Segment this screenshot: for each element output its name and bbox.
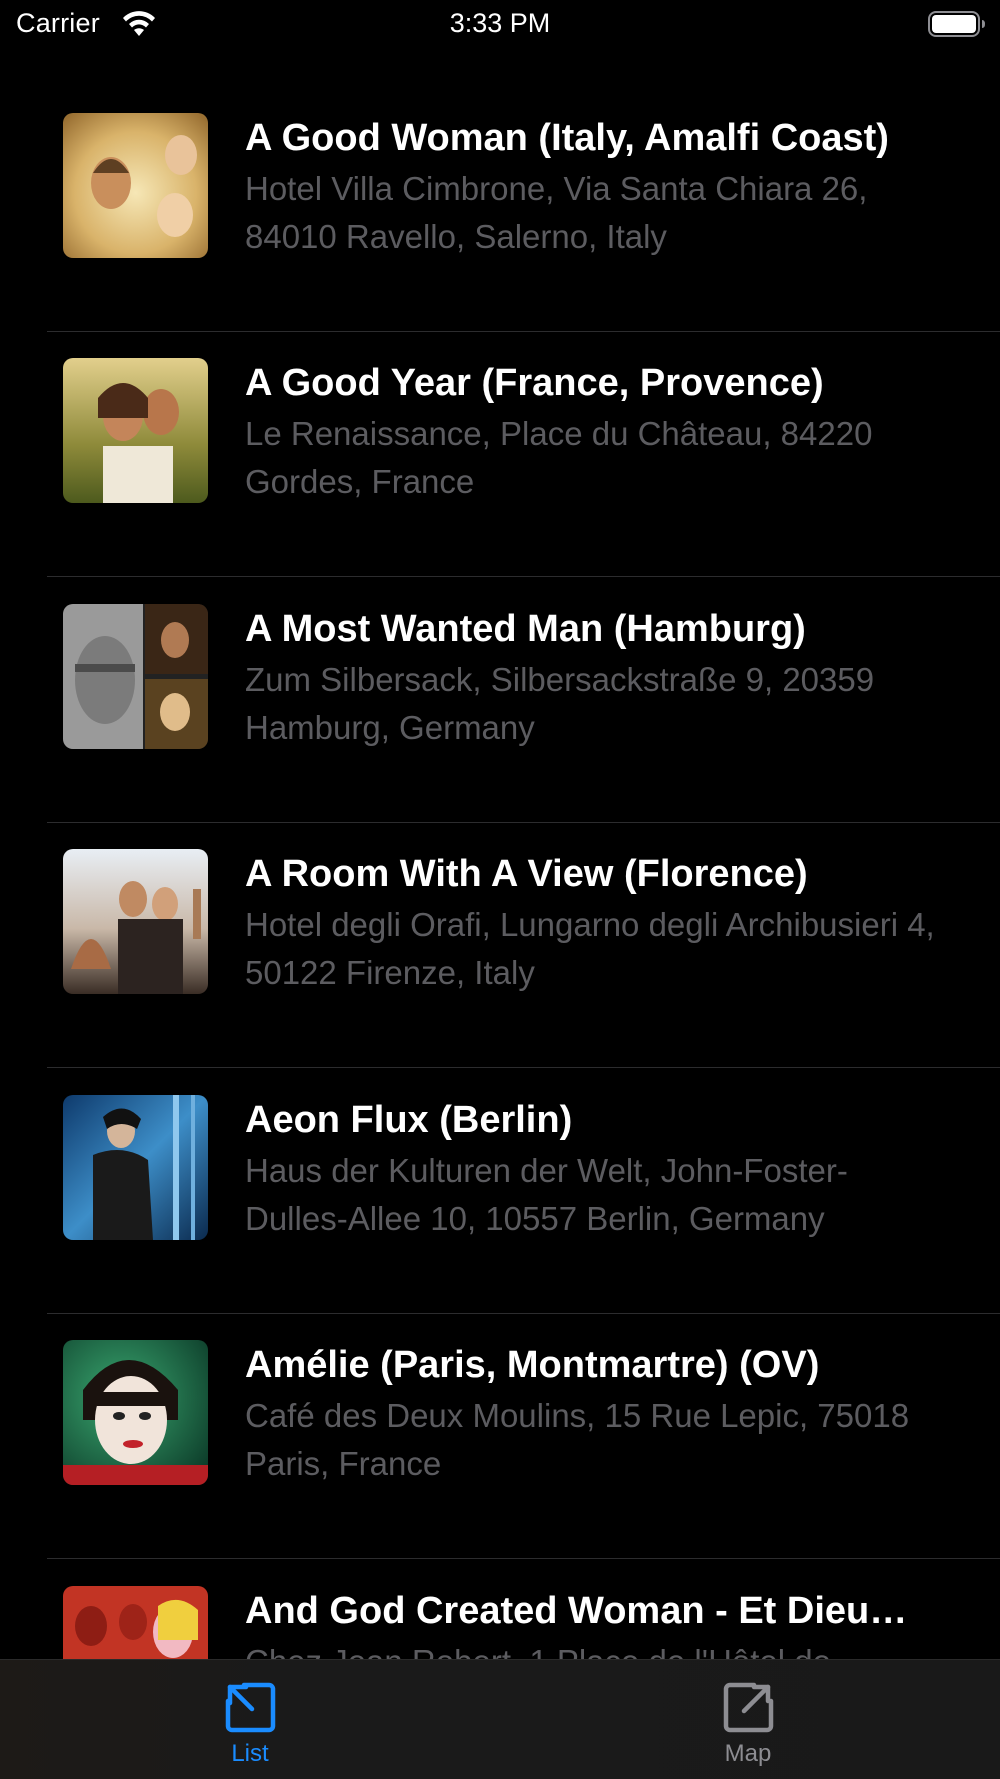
list-item[interactable]: Amélie (Paris, Montmartre) (OV) Café des… [0,1340,1000,1585]
list-item[interactable]: And God Created Woman - Et Dieu… Chez Je… [0,1586,1000,1660]
list-item[interactable]: A Room With A View (Florence) Hotel degl… [0,849,1000,1094]
tab-map[interactable]: Map [648,1660,848,1779]
location-address: Le Renaissance, Place du Château, 84220 … [245,415,873,500]
tab-bar: List Map [0,1659,1000,1779]
tab-list[interactable]: List [150,1660,350,1779]
clock: 3:33 PM [449,8,551,38]
movie-poster-thumbnail [63,1340,208,1485]
tab-label: Map [724,1740,772,1767]
location-address: Zum Silbersack, Silbersackstraße 9, 2035… [245,661,875,746]
status-bar: Carrier 3:33 PM [0,0,1000,52]
movie-title: A Good Year (France, Provence) [245,362,824,404]
list-item[interactable]: A Good Year (France, Provence) Le Renais… [0,358,1000,603]
location-address: Hotel Villa Cimbrone, Via Santa Chiara 2… [245,170,868,255]
row-separator [47,1558,1000,1559]
movie-poster-thumbnail [63,1095,208,1240]
movie-title: A Good Woman (Italy, Amalfi Coast) [245,117,889,159]
movie-title: A Room With A View (Florence) [245,853,808,895]
location-address: Chez Jean Robert, 1 Place de l'Hôtel de [245,1638,950,1660]
list-item[interactable]: A Good Woman (Italy, Amalfi Coast) Hotel… [0,113,1000,358]
row-separator [47,331,1000,332]
location-address: Haus der Kulturen der Welt, John-Foster-… [245,1152,848,1237]
movie-title: And God Created Woman - Et Dieu… [245,1590,908,1632]
list-item[interactable]: A Most Wanted Man (Hamburg) Zum Silbersa… [0,604,1000,849]
movie-location-list[interactable]: A Good Woman (Italy, Amalfi Coast) Hotel… [0,0,1000,1660]
movie-title: Aeon Flux (Berlin) [245,1099,573,1141]
row-separator [47,822,1000,823]
tab-label: List [231,1740,269,1767]
movie-poster-thumbnail [63,1586,208,1660]
movie-title: A Most Wanted Man (Hamburg) [245,608,806,650]
movie-poster-thumbnail [63,849,208,994]
movie-poster-thumbnail [63,604,208,749]
location-address: Café des Deux Moulins, 15 Rue Lepic, 750… [245,1397,910,1482]
row-separator [47,576,1000,577]
location-address: Hotel degli Orafi, Lungarno degli Archib… [245,906,935,991]
arrow-up-left-square-icon [225,1682,276,1733]
movie-poster-thumbnail [63,113,208,258]
row-separator [47,1313,1000,1314]
movie-title: Amélie (Paris, Montmartre) (OV) [245,1344,820,1386]
list-item[interactable]: Aeon Flux (Berlin) Haus der Kulturen der… [0,1095,1000,1340]
movie-poster-thumbnail [63,358,208,503]
arrow-up-right-square-icon [723,1682,774,1733]
battery-icon [928,11,985,37]
row-separator [47,1067,1000,1068]
